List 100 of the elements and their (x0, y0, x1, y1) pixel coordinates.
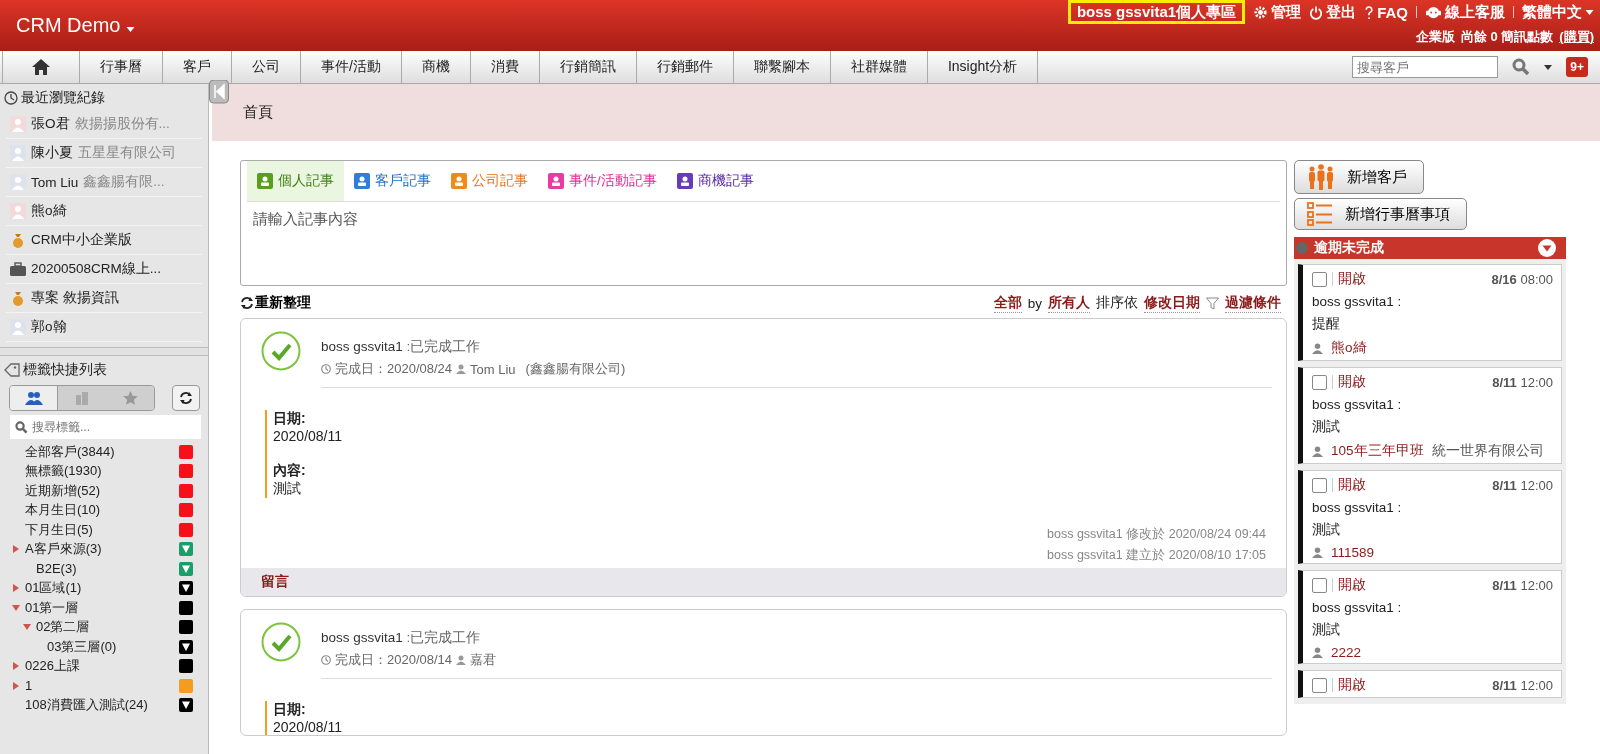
contact-link[interactable]: 111589 (1331, 545, 1375, 560)
tag-item[interactable]: 03第三層(0) (0, 637, 208, 657)
tag-search-field[interactable]: 搜尋標籤... (10, 415, 201, 439)
home-tab[interactable] (2, 51, 80, 83)
home-icon (31, 58, 51, 76)
refresh-button[interactable]: 重新整理 (240, 294, 311, 312)
nav-tab[interactable]: Insight分析 (927, 51, 1039, 83)
tag-item[interactable]: 108消費匯入測試(24) (0, 695, 208, 715)
recent-item[interactable]: 20200508CRM線上... (6, 255, 202, 284)
collapsed-arrow-icon[interactable] (12, 681, 20, 690)
search-field[interactable]: 搜尋客戶 (1352, 56, 1499, 78)
expanded-arrow-icon[interactable] (23, 623, 31, 632)
task-status: 開啟 (1338, 270, 1366, 288)
dropdown-icon[interactable] (1538, 239, 1556, 257)
note-tab[interactable]: 商機記事 (666, 161, 764, 201)
task-checkbox[interactable] (1312, 677, 1327, 693)
filter-link[interactable]: 過濾條件 (1225, 293, 1281, 313)
buy-link[interactable]: (購買) (1559, 28, 1594, 46)
tag-item[interactable]: B2E(3) (0, 559, 208, 579)
collapsed-arrow-icon[interactable] (12, 545, 20, 554)
page-title: 首頁 (243, 103, 273, 122)
collapsed-arrow-icon[interactable] (12, 662, 20, 671)
nav-tab[interactable]: 行銷簡訊 (539, 51, 637, 83)
field-value: 測試 (273, 480, 302, 498)
task-checkbox[interactable] (1312, 577, 1327, 593)
task-status: 開啟 (1338, 373, 1366, 391)
menu-link[interactable]: 線上客服 (1425, 2, 1505, 22)
collapsed-arrow-icon[interactable] (12, 584, 20, 593)
nav-tab[interactable]: 行事曆 (80, 51, 163, 83)
note-tab[interactable]: 個人記事 (247, 161, 344, 201)
avatar-icon (10, 145, 26, 161)
tag-item[interactable]: 01區域(1) (0, 578, 208, 598)
tag-item[interactable]: A客戶來源(3) (0, 539, 208, 559)
tag-item[interactable]: 近期新增(52) (0, 481, 208, 501)
recent-item[interactable]: CRM中小企業版 (6, 226, 202, 255)
contact-name: 嘉君 (470, 651, 497, 669)
modified-text: boss gssvita1 修改於 2020/08/24 09:44 (1046, 526, 1267, 543)
recent-item[interactable]: 專案 敘揚資訊 (6, 284, 202, 313)
language-dropdown[interactable]: 繁體中文 (1522, 2, 1594, 22)
field-label: 日期: (273, 410, 307, 428)
note-type-icon (548, 173, 564, 189)
contact-link[interactable]: 2222 (1331, 645, 1362, 660)
menu-link[interactable]: FAQ (1364, 3, 1408, 21)
comment-link[interactable]: 留言 (261, 574, 289, 589)
nav-tab[interactable]: 消費 (470, 51, 540, 83)
tag-item[interactable]: 02第二層 (0, 617, 208, 637)
refresh-icon (179, 391, 193, 405)
profile-link[interactable]: boss gssvita1個人專區 (1067, 0, 1246, 24)
nav-tab[interactable]: 行銷郵件 (636, 51, 734, 83)
recent-item[interactable]: 張O君 敘揚揚股份有... (6, 110, 202, 139)
recent-item[interactable]: 陳小夏 五星星有限公司 (6, 139, 202, 168)
nav-tab[interactable]: 商機 (401, 51, 471, 83)
notification-badge[interactable]: 9+ (1566, 57, 1588, 77)
note-tab[interactable]: 事件/活動記事 (538, 161, 667, 201)
nav-tab[interactable]: 事件/活動 (301, 51, 402, 83)
contact-link[interactable]: 熊o綺 (1331, 339, 1367, 357)
search-icon[interactable] (1512, 58, 1531, 76)
task-status: 開啟 (1338, 476, 1366, 494)
person-icon (456, 364, 467, 374)
menu-link[interactable]: 登出 (1309, 2, 1357, 22)
caret-icon (126, 27, 135, 32)
refresh-button[interactable] (172, 385, 200, 411)
contact-link[interactable]: 105年三年甲班 (1331, 442, 1424, 460)
tag-item[interactable]: 本月生日(10) (0, 500, 208, 520)
tag-item[interactable]: 1 (0, 676, 208, 696)
tag-item[interactable]: 0226上課 (0, 656, 208, 676)
recent-item[interactable]: Tom Liu 鑫鑫腸有限... (6, 168, 202, 197)
task-checkbox[interactable] (1312, 477, 1327, 493)
scope-link[interactable]: 全部 (993, 293, 1022, 313)
task-checkbox[interactable] (1312, 374, 1327, 390)
search-icon (15, 421, 28, 434)
menu-link[interactable]: 管理 (1253, 2, 1302, 22)
tag-item[interactable]: 下月生日(5) (0, 520, 208, 540)
nav-tab[interactable]: 聯繫腳本 (733, 51, 831, 83)
owner-link[interactable]: 所有人 (1048, 293, 1090, 313)
add-button[interactable]: 新增客戶 (1294, 160, 1424, 194)
expanded-arrow-icon[interactable] (12, 603, 20, 612)
task-checkbox[interactable] (1312, 271, 1327, 287)
tag-item[interactable]: 全部客戶(3844) (0, 442, 208, 462)
note-composer[interactable]: 個人記事 客戶記事 公司記事 事件/活動記事 商機記事 請輸入記事內容 (240, 160, 1287, 286)
tag-item[interactable]: 無標籤(1930) (0, 461, 208, 481)
add-button[interactable]: 新增行事曆事項 (1294, 198, 1467, 230)
clock-icon (321, 364, 331, 374)
caret-icon[interactable] (1544, 64, 1553, 70)
pin-icon (1296, 242, 1308, 254)
recent-item[interactable]: 熊o綺 (6, 197, 202, 226)
recent-item[interactable]: 郭o翰 (6, 313, 202, 342)
field-label: 日期: (273, 701, 307, 719)
note-type-icon (257, 173, 273, 189)
person-icon (456, 655, 467, 665)
tag-item[interactable]: 01第一層 (0, 598, 208, 618)
sort-link[interactable]: 修改日期 (1144, 293, 1200, 313)
note-tab[interactable]: 客戶記事 (344, 161, 441, 201)
collapse-sidebar-icon[interactable] (209, 80, 229, 104)
nav-tab[interactable]: 公司 (232, 51, 301, 83)
app-title[interactable]: CRM Demo (0, 0, 135, 51)
resize-handle[interactable] (0, 347, 208, 356)
nav-tab[interactable]: 社群媒體 (830, 51, 928, 83)
filter-tab[interactable] (10, 386, 58, 410)
company-name: (鑫鑫腸有限公司) (525, 360, 626, 378)
